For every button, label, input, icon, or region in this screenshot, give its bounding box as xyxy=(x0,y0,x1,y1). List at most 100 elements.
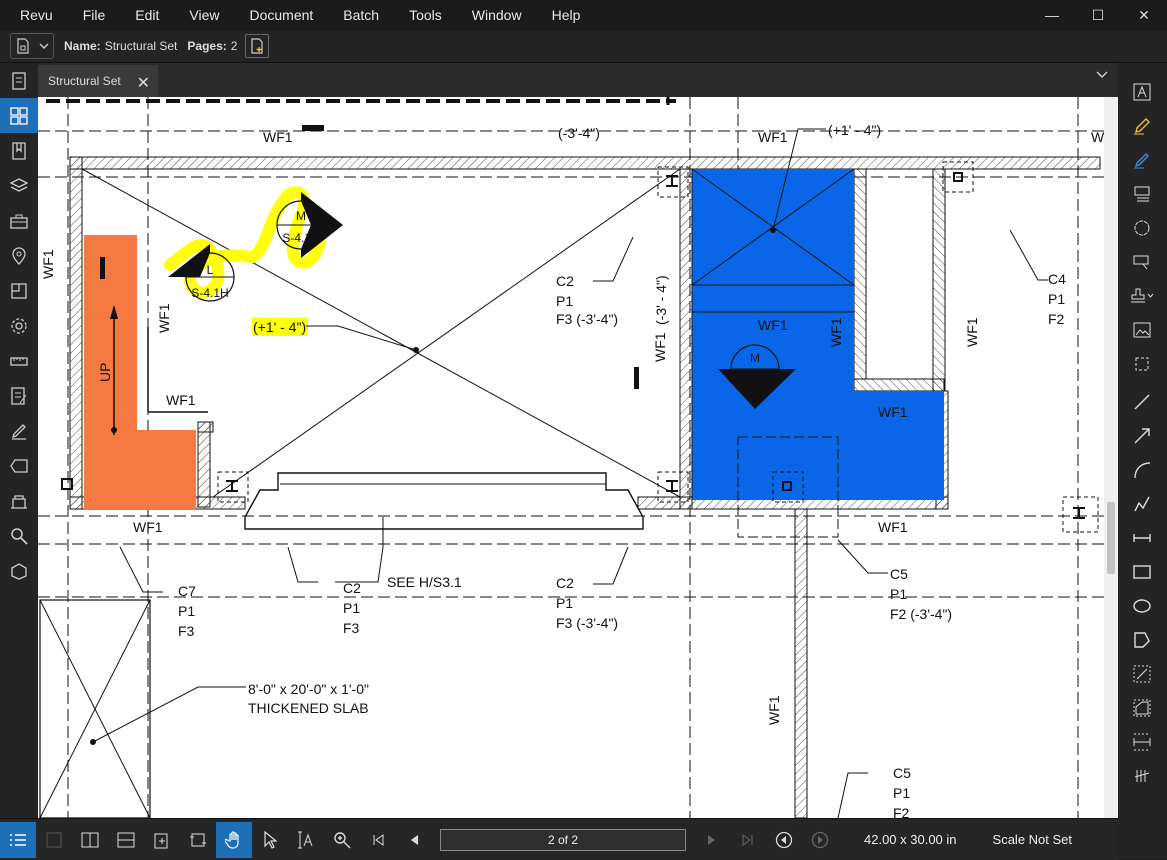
measure-length-icon xyxy=(1133,665,1151,683)
line-tool[interactable] xyxy=(1122,385,1162,419)
callout-tool[interactable] xyxy=(1122,245,1162,279)
panel-toggle-button[interactable] xyxy=(0,821,36,858)
ellipse-tool[interactable] xyxy=(1122,589,1162,623)
measure-area-tool[interactable] xyxy=(1122,691,1162,725)
dimension-tool[interactable] xyxy=(1122,521,1162,555)
snapshot-icon xyxy=(1135,357,1149,371)
maximize-button[interactable]: ☐ xyxy=(1075,0,1121,30)
callout-icon xyxy=(1134,186,1150,202)
last-page-button[interactable] xyxy=(730,822,766,858)
first-page-button[interactable] xyxy=(360,822,396,858)
previous-view-button[interactable] xyxy=(766,822,802,858)
image-tool[interactable] xyxy=(1122,313,1162,347)
measure-length-tool[interactable] xyxy=(1122,657,1162,691)
menu-window[interactable]: Window xyxy=(457,0,537,30)
menu-view[interactable]: View xyxy=(174,0,234,30)
p1-label-c5-upper: P1 xyxy=(890,586,907,602)
bookmarks-button[interactable] xyxy=(0,133,38,168)
scale-label[interactable]: Scale Not Set xyxy=(993,832,1073,847)
select-text-button[interactable] xyxy=(288,822,324,858)
image-icon xyxy=(1133,322,1151,338)
next-view-button[interactable] xyxy=(802,822,838,858)
split-vertical-button[interactable] xyxy=(72,822,108,858)
studio-icon xyxy=(11,494,27,509)
tab-close-icon[interactable]: ✕ xyxy=(137,73,150,93)
markups-list-button[interactable] xyxy=(0,378,38,413)
blue-area-markup[interactable] xyxy=(692,169,944,500)
next-page-button[interactable] xyxy=(694,822,730,858)
pen-tool[interactable] xyxy=(1122,143,1162,177)
wf1-label-bottom-vertical: WF1 xyxy=(766,695,782,725)
menu-edit[interactable]: Edit xyxy=(120,0,174,30)
rectangle-tool[interactable] xyxy=(1122,555,1162,589)
c5-label-lower: C5 xyxy=(893,765,911,781)
pan-tool-button[interactable] xyxy=(216,821,252,858)
select-tool-button[interactable] xyxy=(252,822,288,858)
tab-title: Structural Set xyxy=(48,74,121,88)
compare-button[interactable] xyxy=(180,822,216,858)
toolchest-button[interactable] xyxy=(0,203,38,238)
places-button[interactable] xyxy=(0,238,38,273)
search-button[interactable] xyxy=(0,518,38,553)
minimize-button[interactable]: — xyxy=(1029,0,1075,30)
vertical-scrollbar[interactable] xyxy=(1104,97,1118,818)
list-icon xyxy=(10,833,26,846)
arrow-tool[interactable] xyxy=(1122,419,1162,453)
previous-view-icon xyxy=(775,831,793,848)
menu-document[interactable]: Document xyxy=(234,0,328,30)
drawing-canvas[interactable]: L S-4.1H M S-4.1H M S-4.1H WF1 (-3'-4") … xyxy=(38,97,1104,818)
document-toolbar: Name: Structural Set Pages: 2 xyxy=(0,30,1167,63)
markup-tools-rail xyxy=(1118,63,1167,859)
split-horizontal-button[interactable] xyxy=(108,822,144,858)
stamp-tool[interactable] xyxy=(1122,279,1162,313)
line-icon xyxy=(1134,394,1150,410)
search-icon xyxy=(11,527,28,545)
cursor-icon xyxy=(264,830,277,849)
count-tool[interactable] xyxy=(1122,759,1162,793)
snapshot-tool[interactable] xyxy=(1122,347,1162,381)
orange-landing-markup[interactable] xyxy=(84,430,196,510)
arc-tool[interactable] xyxy=(1122,453,1162,487)
page-number-field[interactable]: 2 of 2 xyxy=(440,828,686,851)
single-page-button[interactable] xyxy=(36,822,72,858)
menu-tools[interactable]: Tools xyxy=(394,0,457,30)
highlight-tool[interactable] xyxy=(1122,109,1162,143)
tab-list-chevron-icon[interactable] xyxy=(1096,69,1108,79)
polygon-tool[interactable] xyxy=(1122,623,1162,657)
add-page-button[interactable] xyxy=(245,34,270,58)
close-button[interactable]: ✕ xyxy=(1121,0,1167,30)
p1-label-c4: P1 xyxy=(1048,291,1065,307)
markup-list-icon xyxy=(11,386,27,405)
layers-button[interactable] xyxy=(0,168,38,203)
tags-button[interactable] xyxy=(0,448,38,483)
settings-button[interactable] xyxy=(0,308,38,343)
previous-page-button[interactable] xyxy=(396,822,432,858)
measure-distance-tool[interactable] xyxy=(1122,725,1162,759)
tab-structural-set[interactable]: Structural Set ✕ xyxy=(38,65,158,97)
signatures-button[interactable] xyxy=(0,413,38,448)
c5-label-upper: C5 xyxy=(890,566,908,582)
text-box-tool[interactable] xyxy=(1122,75,1162,109)
measurements-button[interactable] xyxy=(0,343,38,378)
menu-revu[interactable]: Revu xyxy=(0,0,68,30)
studio-button[interactable] xyxy=(0,483,38,518)
profile-button[interactable] xyxy=(0,553,38,588)
zoom-button[interactable] xyxy=(324,822,360,858)
cloud-tool[interactable] xyxy=(1122,211,1162,245)
menu-batch[interactable]: Batch xyxy=(328,0,394,30)
thumbnails-button[interactable] xyxy=(0,98,38,133)
next-page-icon xyxy=(708,834,715,845)
callout-l-letter: L xyxy=(207,263,214,277)
sync-button[interactable] xyxy=(144,822,180,858)
file-access-button[interactable] xyxy=(0,63,38,98)
stamp-note-tool[interactable] xyxy=(1122,177,1162,211)
menu-help[interactable]: Help xyxy=(537,0,596,30)
scroll-thumb[interactable] xyxy=(1107,502,1115,574)
spaces-button[interactable] xyxy=(0,273,38,308)
menu-bar: Revu File Edit View Document Batch Tools… xyxy=(0,0,1167,30)
document-menu-button[interactable] xyxy=(10,33,54,59)
orange-stair-markup[interactable] xyxy=(84,235,137,432)
callout-l-sheet: S-4.1H xyxy=(191,286,228,300)
menu-file[interactable]: File xyxy=(68,0,121,30)
polyline-tool[interactable] xyxy=(1122,487,1162,521)
